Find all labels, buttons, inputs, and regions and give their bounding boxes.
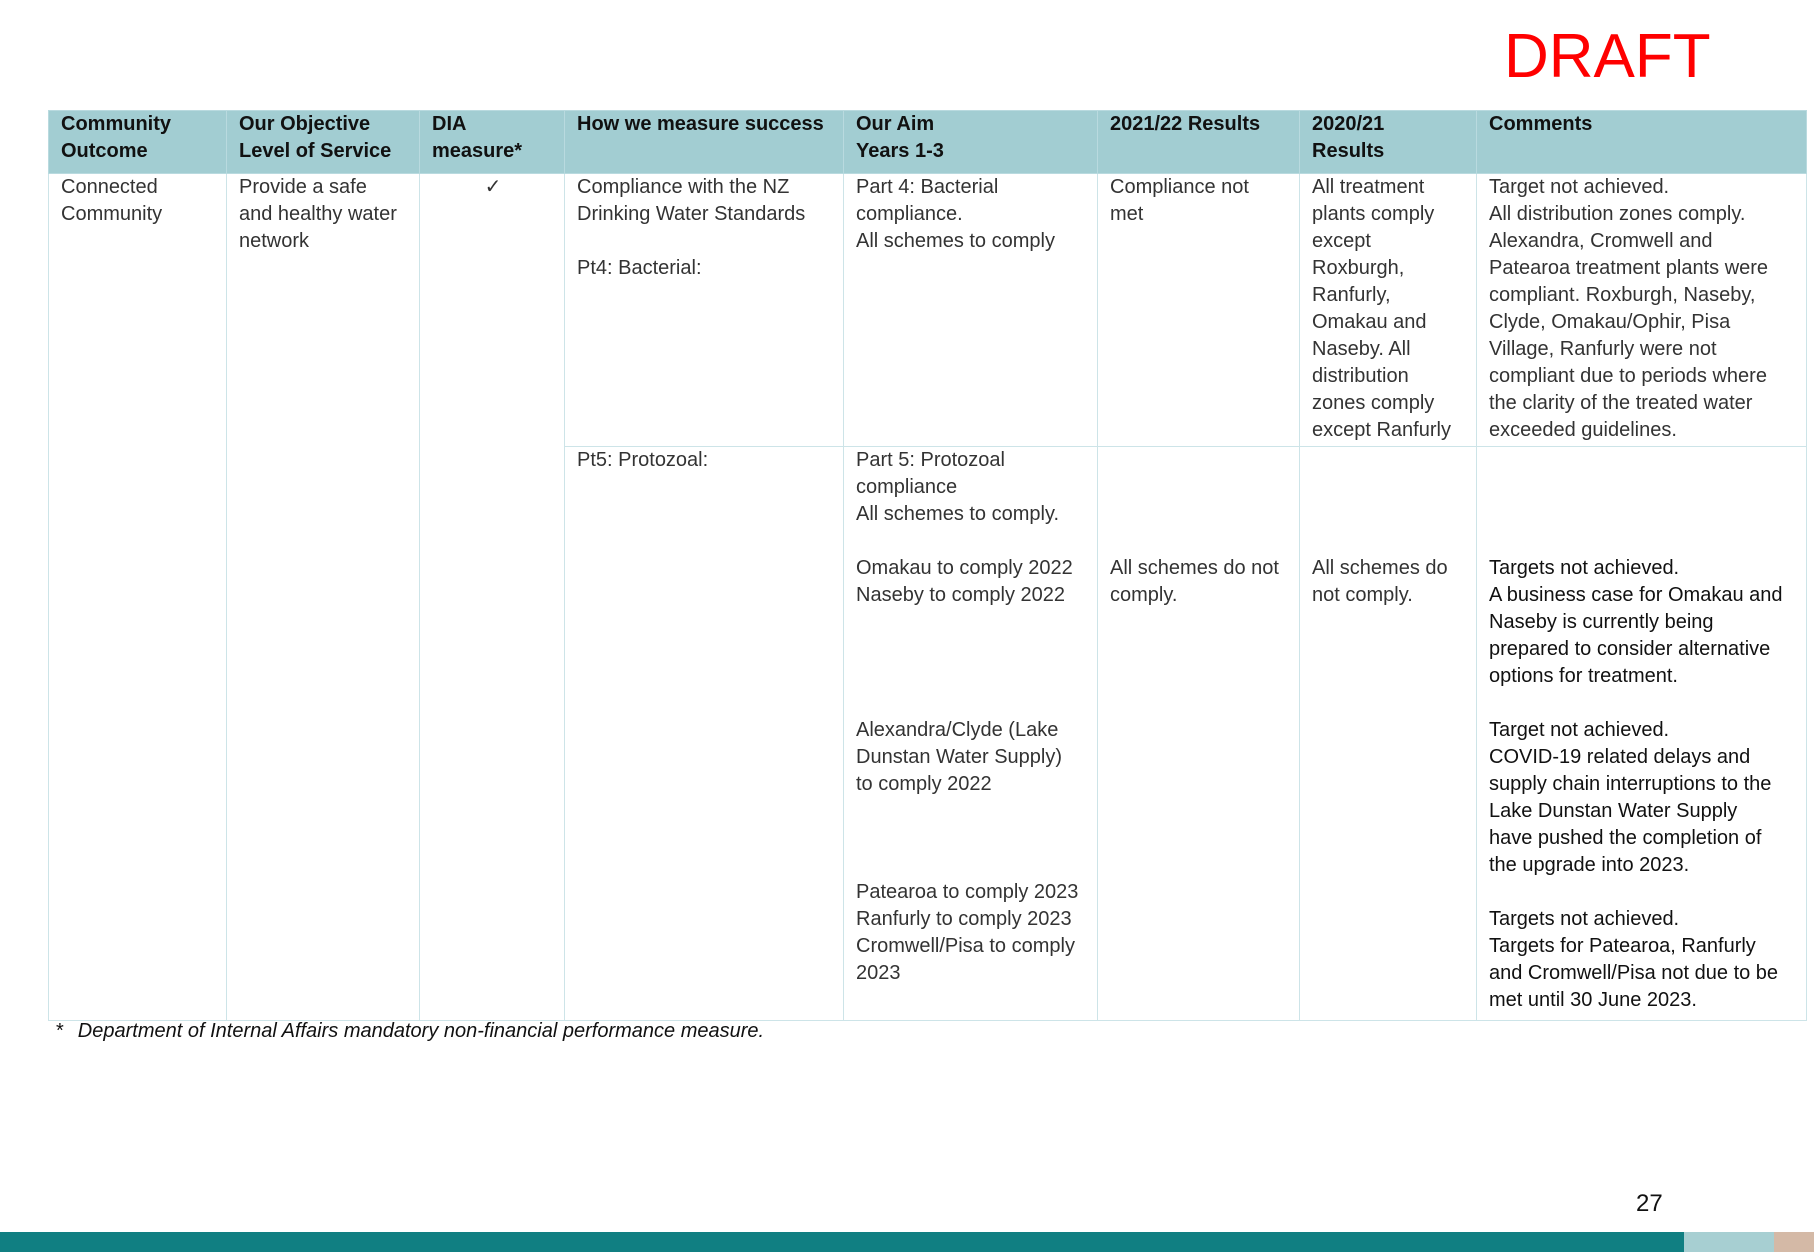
page-number: 27 xyxy=(1636,1190,1663,1217)
comment-omakau-naseby: Targets not achieved. A business case fo… xyxy=(1489,557,1783,687)
cell-objective: Provide a safe and healthy water network xyxy=(226,173,420,1021)
footnote-text: Department of Internal Affairs mandatory… xyxy=(77,1020,765,1042)
cell-measure-bacterial: Compliance with the NZ Drinking Water St… xyxy=(564,173,844,447)
result-2020-21-protozoal-text: All schemes do not comply. xyxy=(1312,557,1448,606)
cell-aim-protozoal: Part 5: Protozoal compliance All schemes… xyxy=(843,446,1098,1021)
comment-patearoa-ranfurly-cromwell: Targets not achieved. Targets for Patear… xyxy=(1489,908,1779,1011)
comment-alexandra-clyde: Target not achieved. COVID-19 related de… xyxy=(1489,719,1772,876)
footnote: * Department of Internal Affairs mandator… xyxy=(56,1020,764,1043)
aim-protozoal-intro: Part 5: Protozoal compliance All schemes… xyxy=(856,449,1060,525)
aim-patearoa-ranfurly-cromwell: Patearoa to comply 2023 Ranfurly to comp… xyxy=(856,881,1079,984)
cell-comments-bacterial: Target not achieved. All distribution zo… xyxy=(1476,173,1807,447)
cell-result-2021-22-bacterial: Compliance not met xyxy=(1097,173,1300,447)
header-our-aim: Our Aim Years 1-3 xyxy=(843,110,1098,174)
cell-aim-bacterial: Part 4: Bacterial compliance. All scheme… xyxy=(843,173,1098,447)
footnote-marker: * xyxy=(56,1020,64,1042)
table-row-bacterial: Connected Community Provide a safe and h… xyxy=(48,173,1807,1021)
footer-color-bar xyxy=(0,1232,1814,1252)
cell-comments-protozoal: Targets not achieved. A business case fo… xyxy=(1476,446,1807,1021)
header-results-2020-21: 2020/21 Results xyxy=(1299,110,1477,174)
table-header-row: Community Outcome Our Objective Level of… xyxy=(48,110,1807,174)
cell-result-2021-22-protozoal: All schemes do not comply. xyxy=(1097,446,1300,1021)
header-comments: Comments xyxy=(1476,110,1807,174)
header-community-outcome: Community Outcome xyxy=(48,110,227,174)
measure-subtext: Pt4: Bacterial: xyxy=(577,257,702,279)
footer-bar-teal xyxy=(0,1232,1684,1252)
performance-table: Community Outcome Our Objective Level of… xyxy=(48,110,1807,1021)
header-measure-success: How we measure success xyxy=(564,110,844,174)
cell-measure-protozoal: Pt5: Protozoal: xyxy=(564,446,844,1021)
footer-bar-light-teal xyxy=(1684,1232,1774,1252)
checkmark-icon: ✓ xyxy=(419,173,565,1021)
cell-result-2020-21-bacterial: All treatment plants comply except Roxbu… xyxy=(1299,173,1477,447)
header-results-2021-22: 2021/22 Results xyxy=(1097,110,1300,174)
header-objective: Our Objective Level of Service xyxy=(226,110,420,174)
aim-alexandra-clyde: Alexandra/Clyde (Lake Dunstan Water Supp… xyxy=(856,719,1063,795)
cell-result-2020-21-protozoal: All schemes do not comply. xyxy=(1299,446,1477,1021)
cell-community-outcome: Connected Community xyxy=(48,173,227,1021)
aim-omakau-naseby: Omakau to comply 2022 Naseby to comply 2… xyxy=(856,557,1073,606)
header-dia-measure: DIA measure* xyxy=(419,110,565,174)
result-2021-22-protozoal-text: All schemes do not comply. xyxy=(1110,557,1279,606)
footer-bar-tan xyxy=(1774,1232,1814,1252)
measure-text: Compliance with the NZ Drinking Water St… xyxy=(577,176,806,225)
draft-watermark: DRAFT xyxy=(1504,22,1711,91)
